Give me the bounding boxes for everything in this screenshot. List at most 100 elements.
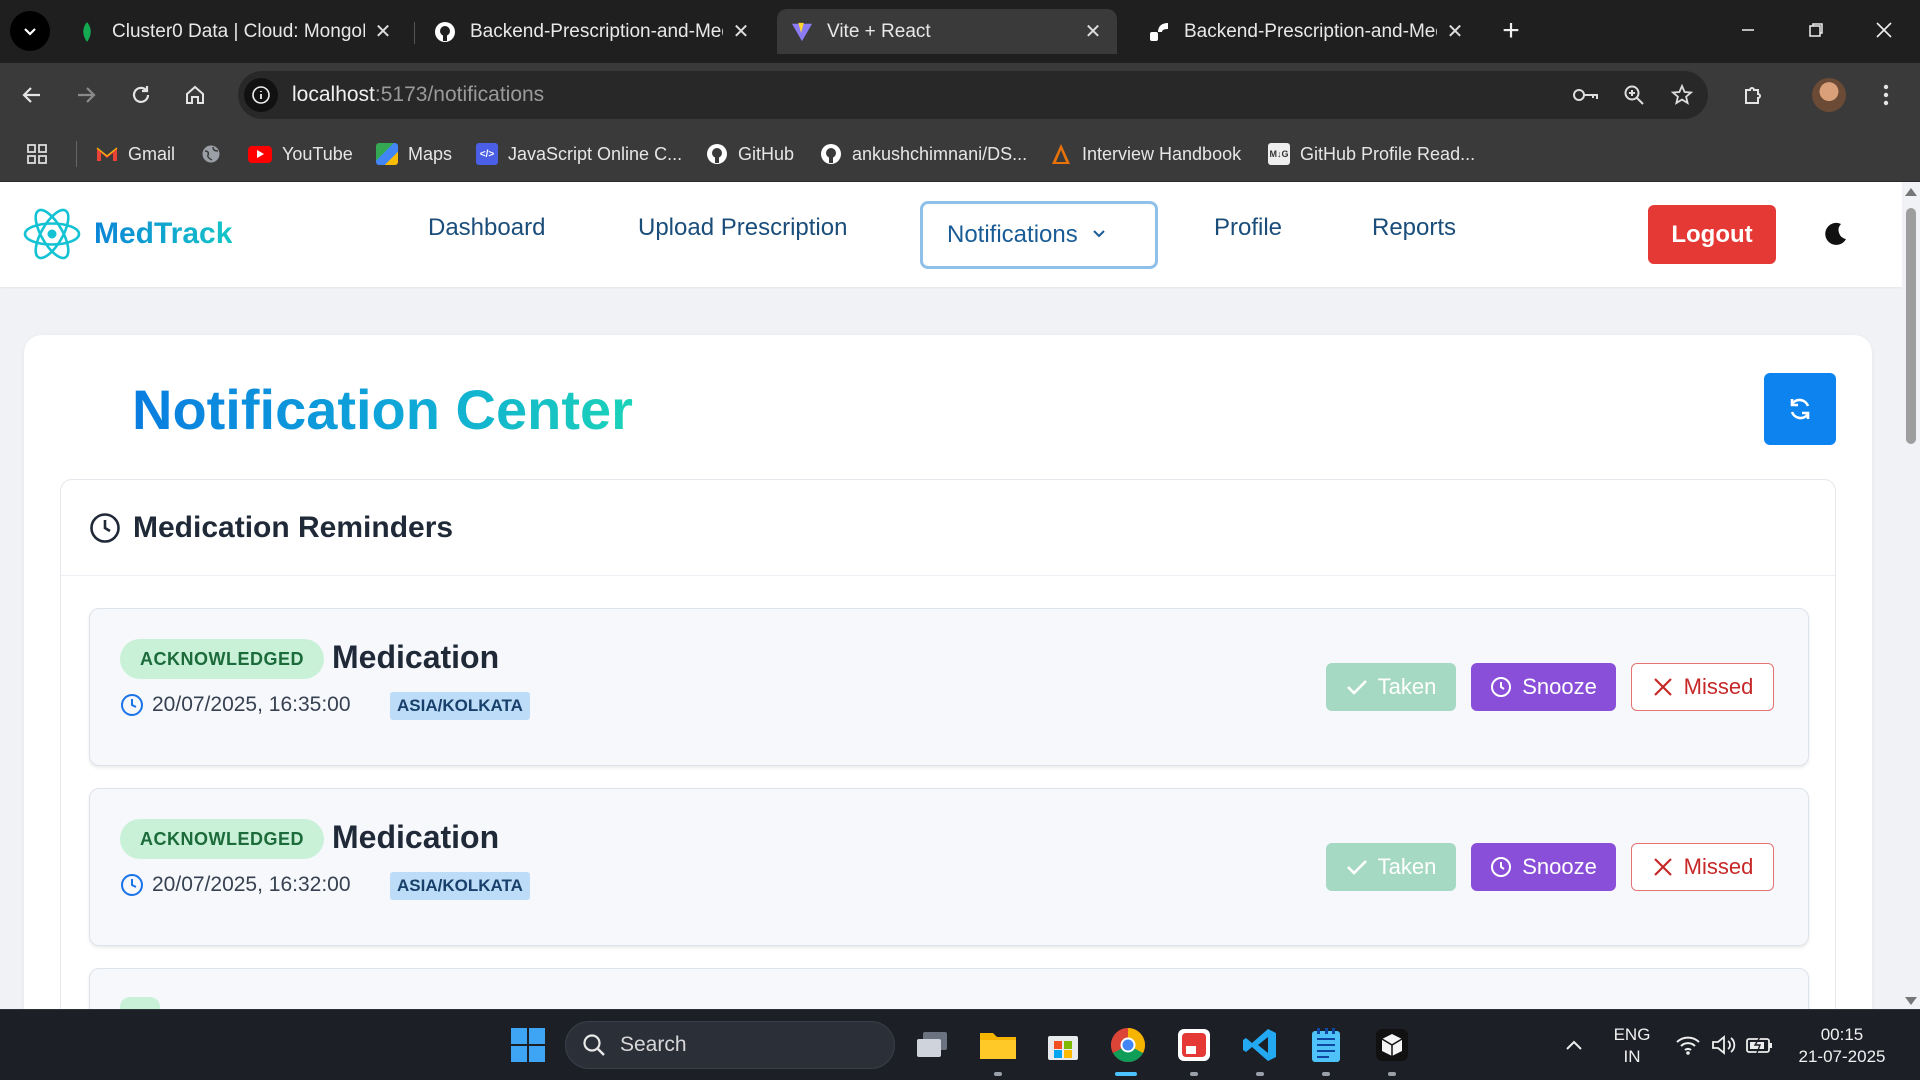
site-info-icon[interactable] <box>244 78 278 112</box>
theme-toggle-button[interactable] <box>1820 218 1852 250</box>
address-bar[interactable]: localhost:5173/notifications <box>238 71 1708 119</box>
start-button[interactable] <box>508 1025 548 1065</box>
globe-icon <box>200 143 222 165</box>
input-language[interactable]: ENG IN <box>1606 1024 1658 1068</box>
home-button[interactable] <box>177 77 213 113</box>
close-tab-icon[interactable]: ✕ <box>373 19 393 44</box>
page-title: Notification Center <box>132 378 633 441</box>
bookmarks-divider <box>76 141 77 167</box>
profile-avatar[interactable] <box>1812 78 1846 112</box>
active-app-indicator <box>1115 1072 1137 1076</box>
chevron-down-icon <box>24 28 36 36</box>
restore-button[interactable] <box>1788 0 1844 60</box>
render-logo-icon <box>1148 21 1170 43</box>
notepad-icon <box>1312 1028 1340 1062</box>
microsoft-store-button[interactable] <box>1043 1025 1083 1065</box>
scrollbar-thumb[interactable] <box>1906 208 1916 444</box>
readme-icon: M↓G <box>1268 143 1290 165</box>
page-scrollbar[interactable] <box>1902 182 1920 1009</box>
notepad-button[interactable] <box>1306 1025 1346 1065</box>
close-icon <box>1876 22 1892 38</box>
scroll-up-icon[interactable] <box>1905 188 1917 196</box>
app-red-icon <box>1178 1029 1210 1061</box>
chrome-button[interactable] <box>1108 1025 1148 1065</box>
forward-button[interactable] <box>68 77 104 113</box>
battery-charging-icon[interactable] <box>1740 1025 1780 1065</box>
refresh-button[interactable] <box>1764 373 1836 445</box>
arrow-right-icon <box>78 87 96 103</box>
bookmark-js-online[interactable]: </> JavaScript Online C... <box>476 139 682 169</box>
folder-icon <box>980 1033 1016 1059</box>
arrow-left-icon <box>22 87 40 103</box>
snooze-button[interactable]: Snooze <box>1471 843 1616 891</box>
search-icon <box>583 1034 605 1056</box>
password-key-icon[interactable] <box>1568 77 1604 113</box>
logout-button[interactable]: Logout <box>1648 205 1776 264</box>
missed-button[interactable]: Missed <box>1631 843 1774 891</box>
zoom-icon[interactable] <box>1616 77 1652 113</box>
missed-button[interactable]: Missed <box>1631 663 1774 711</box>
task-view-button[interactable] <box>912 1025 952 1065</box>
reminder-card: ACKNOWLEDGED Medication 20/07/2025, 16:3… <box>89 608 1809 766</box>
chrome-icon <box>1111 1028 1145 1062</box>
tab-render[interactable]: Backend-Prescription-and-Medic ✕ <box>1134 9 1479 54</box>
code-icon: </> <box>476 143 498 165</box>
show-hidden-icons-button[interactable] <box>1554 1025 1594 1065</box>
nav-notifications-dropdown[interactable]: Notifications <box>920 201 1158 269</box>
clock-icon <box>121 874 143 896</box>
task-view-icon <box>917 1032 947 1057</box>
nav-reports[interactable]: Reports <box>1372 214 1456 242</box>
taskbar-search[interactable]: Search <box>565 1021 895 1069</box>
brand-link[interactable]: MedTrack <box>22 206 232 262</box>
bookmark-youtube[interactable]: YouTube <box>248 139 353 169</box>
bookmark-gmail[interactable]: Gmail <box>96 139 175 169</box>
app-cube-button[interactable] <box>1372 1025 1412 1065</box>
nav-profile[interactable]: Profile <box>1214 214 1282 242</box>
bookmark-maps[interactable]: Maps <box>376 139 452 169</box>
volume-icon[interactable] <box>1704 1025 1744 1065</box>
bookmark-globe[interactable] <box>200 139 232 169</box>
close-tab-icon[interactable]: ✕ <box>1445 19 1465 44</box>
tab-mongodb[interactable]: Cluster0 Data | Cloud: MongoDB ✕ <box>62 9 407 54</box>
bookmark-interview-handbook[interactable]: Interview Handbook <box>1050 139 1241 169</box>
back-button[interactable] <box>14 77 50 113</box>
github-icon <box>434 21 456 43</box>
reminder-title: Medication <box>332 639 500 675</box>
restore-icon <box>1809 23 1823 37</box>
close-window-button[interactable] <box>1856 0 1912 60</box>
clock-icon <box>90 512 120 543</box>
handbook-icon <box>1050 143 1072 165</box>
apps-grid-button[interactable] <box>26 139 48 169</box>
bookmark-github-readme[interactable]: M↓G GitHub Profile Read... <box>1268 139 1475 169</box>
clock-date[interactable]: 00:15 21-07-2025 <box>1782 1024 1902 1068</box>
close-tab-icon[interactable]: ✕ <box>731 19 751 44</box>
wifi-icon[interactable] <box>1668 1025 1708 1065</box>
snooze-button[interactable]: Snooze <box>1471 663 1616 711</box>
puzzle-icon <box>1745 87 1761 104</box>
bookmark-star-icon[interactable] <box>1664 77 1700 113</box>
vscode-button[interactable] <box>1240 1025 1280 1065</box>
reload-button[interactable] <box>123 77 159 113</box>
tab-vite-react[interactable]: Vite + React ✕ <box>777 9 1117 54</box>
cube-icon <box>1376 1029 1408 1061</box>
x-icon <box>1653 858 1672 876</box>
new-tab-button[interactable]: + <box>1494 14 1528 48</box>
taken-button[interactable]: Taken <box>1326 663 1456 711</box>
chevron-up-icon <box>1566 1040 1582 1050</box>
app-red-button[interactable] <box>1174 1025 1214 1065</box>
taken-button[interactable]: Taken <box>1326 843 1456 891</box>
bookmark-github[interactable]: GitHub <box>706 139 794 169</box>
file-explorer-button[interactable] <box>978 1025 1018 1065</box>
minimize-button[interactable] <box>1720 0 1776 60</box>
bookmark-ankush-dsa[interactable]: ankushchimnani/DS... <box>820 139 1027 169</box>
scroll-down-icon[interactable] <box>1905 997 1917 1005</box>
tab-search-button[interactable] <box>10 11 50 51</box>
close-tab-icon[interactable]: ✕ <box>1083 19 1103 44</box>
clock-icon <box>1491 857 1512 877</box>
nav-dashboard[interactable]: Dashboard <box>428 214 545 242</box>
browser-menu-button[interactable] <box>1868 77 1904 113</box>
tab-github-1[interactable]: Backend-Prescription-and-Medic ✕ <box>420 9 765 54</box>
running-indicator <box>1190 1072 1198 1076</box>
extensions-button[interactable] <box>1736 77 1772 113</box>
nav-upload-prescription[interactable]: Upload Prescription <box>638 214 847 242</box>
